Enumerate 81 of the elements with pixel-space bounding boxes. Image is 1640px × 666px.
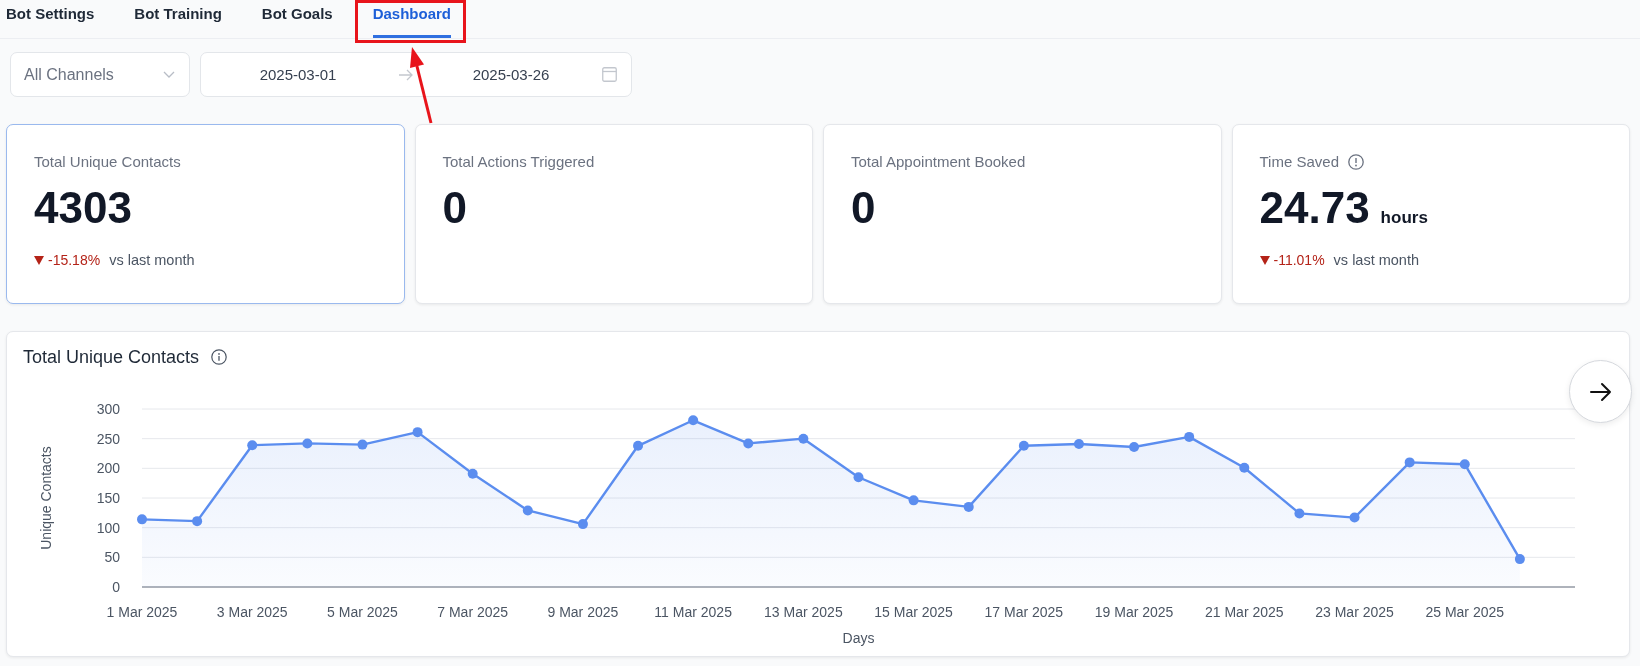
data-point	[908, 495, 919, 506]
data-point	[1073, 439, 1084, 449]
tab[interactable]: Bot Goals	[261, 0, 333, 38]
stat-value: 0	[851, 184, 876, 232]
data-point	[853, 472, 864, 483]
data-point	[798, 433, 809, 444]
comparison-text: vs last month	[1333, 252, 1420, 268]
next-button[interactable]	[1569, 360, 1632, 423]
x-tick-label: 13 Mar 2025	[764, 604, 843, 620]
x-tick-label: 7 Mar 2025	[437, 604, 509, 620]
data-point	[192, 516, 203, 527]
tab[interactable]: Dashboard	[372, 0, 452, 38]
calendar-icon	[602, 67, 617, 82]
data-point	[247, 440, 258, 451]
chevron-down-icon	[163, 71, 175, 78]
data-point	[1129, 441, 1140, 452]
stat-unit: hours	[1380, 208, 1428, 228]
x-tick-label: 11 Mar 2025	[654, 604, 732, 620]
data-point	[302, 438, 313, 449]
x-tick-label: 15 Mar 2025	[874, 604, 953, 620]
data-point	[357, 439, 368, 450]
date-range-picker[interactable]: 2025-03-01 2025-03-26	[200, 52, 632, 97]
y-axis-title: Unique Contacts	[38, 446, 54, 550]
x-tick-label: 25 Mar 2025	[1425, 604, 1505, 620]
y-tick-label: 50	[104, 549, 120, 566]
stat-value: 24.73	[1259, 184, 1370, 232]
stat-card[interactable]: Total Unique Contacts 4303 -15.18% vs last month	[6, 124, 405, 304]
data-point	[1239, 462, 1250, 473]
arrow-right-icon	[1588, 381, 1613, 402]
data-point	[963, 501, 974, 512]
end-date-field[interactable]: 2025-03-26	[421, 64, 601, 85]
y-tick-label: 300	[96, 401, 120, 417]
x-tick-label: 23 Mar 2025	[1315, 604, 1394, 620]
comparison-text: vs last month	[109, 252, 195, 268]
x-tick-label: 21 Mar 2025	[1205, 604, 1284, 620]
data-point	[412, 427, 423, 438]
data-point	[577, 519, 588, 530]
x-tick-label: 17 Mar 2025	[984, 604, 1064, 620]
data-point	[1018, 440, 1029, 451]
y-tick-label: 200	[96, 460, 120, 477]
x-tick-label: 1 Mar 2025	[106, 604, 178, 620]
x-tick-label: 19 Mar 2025	[1094, 604, 1174, 620]
stat-card[interactable]: Total Actions Triggered 0	[414, 124, 813, 304]
data-point	[743, 438, 754, 449]
stat-label: Total Unique Contacts	[34, 152, 181, 172]
x-tick-label: 9 Mar 2025	[547, 604, 619, 620]
info-icon[interactable]	[211, 349, 228, 365]
stat-card[interactable]: Time Saved 24.73 hours -11.01% vs last month	[1231, 124, 1630, 304]
data-point	[1349, 512, 1360, 523]
arrow-right-icon	[398, 68, 414, 81]
data-point	[1184, 431, 1195, 442]
x-axis-title: Days	[842, 630, 875, 646]
stat-value: 4303	[34, 184, 132, 232]
data-point	[1459, 459, 1470, 470]
y-tick-label: 100	[96, 519, 120, 536]
tab[interactable]: Bot Training	[134, 0, 222, 38]
stat-label: Total Appointment Booked	[851, 152, 1026, 172]
data-point	[522, 505, 533, 516]
data-point	[688, 415, 699, 426]
y-tick-label: 0	[112, 579, 120, 595]
data-point	[633, 440, 644, 451]
x-tick-label: 5 Mar 2025	[327, 604, 398, 620]
stat-label: Time Saved	[1259, 152, 1339, 172]
change-percent: -15.18%	[48, 252, 101, 268]
x-tick-label: 3 Mar 2025	[216, 604, 288, 620]
stat-label: Total Actions Triggered	[442, 152, 595, 172]
data-point	[1404, 457, 1415, 468]
data-point	[1514, 554, 1525, 565]
data-point	[137, 514, 147, 525]
chart-title: Total Unique Contacts	[23, 346, 200, 369]
data-point	[1294, 508, 1305, 519]
channel-select[interactable]: All Channels	[10, 52, 190, 97]
stat-value: 0	[442, 184, 467, 232]
data-point	[467, 468, 478, 479]
exclamation-circle-icon[interactable]	[1348, 154, 1364, 170]
y-tick-label: 250	[96, 430, 120, 447]
start-date-field[interactable]: 2025-03-01	[215, 64, 381, 85]
tab[interactable]: Bot Settings	[6, 0, 95, 38]
change-percent: -11.01%	[1273, 252, 1325, 268]
y-tick-label: 150	[96, 490, 120, 506]
stat-card[interactable]: Total Appointment Booked 0	[823, 124, 1222, 304]
